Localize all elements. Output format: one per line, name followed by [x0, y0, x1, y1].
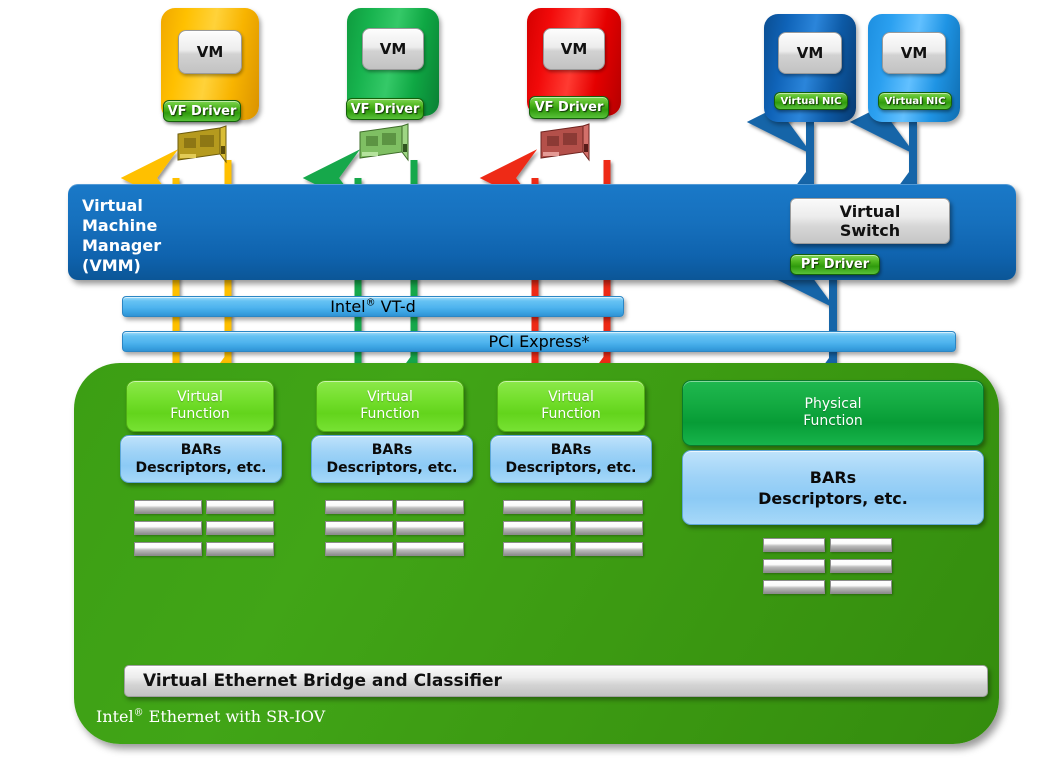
bus-label-pci-express: PCI Express*	[488, 332, 590, 351]
queue-bar	[830, 538, 892, 552]
queue-bar	[575, 521, 643, 535]
virtual-ethernet-bridge-classifier[interactable]: Virtual Ethernet Bridge and Classifier	[124, 665, 988, 697]
bars-line1: BARs	[180, 442, 222, 458]
queue-bar	[206, 500, 274, 514]
virtual-nic-badge-1[interactable]: Virtual NIC	[774, 92, 848, 110]
virtual-function-3[interactable]: Virtual Function	[497, 380, 645, 432]
vmm-title-line4: (VMM)	[82, 256, 141, 275]
queue-stack-pf-b	[830, 538, 892, 594]
bars-line2: Descriptors, etc.	[135, 460, 267, 476]
virtual-function-2[interactable]: Virtual Function	[316, 380, 464, 432]
queue-bar	[396, 542, 464, 556]
queue-bar	[134, 521, 202, 535]
queue-bar	[134, 542, 202, 556]
vmm-title-line2: Machine	[82, 216, 158, 235]
queue-stack-3b	[575, 500, 643, 556]
queue-bar	[575, 542, 643, 556]
vmm-title-line1: Virtual	[82, 196, 143, 215]
vm-label-chip: VM	[362, 28, 424, 70]
queue-bar	[325, 500, 393, 514]
queue-stack-2b	[396, 500, 464, 556]
sriov-footer-label: Intel® Ethernet with SR-IOV	[96, 707, 326, 726]
vf-line2: Function	[170, 406, 230, 422]
queue-bar	[503, 542, 571, 556]
queue-stack-3a	[503, 500, 571, 556]
vf-line1: Virtual	[177, 389, 223, 405]
vm-label-chip: VM	[543, 28, 605, 70]
pf-line2: Function	[803, 413, 863, 429]
bars-line1: BARs	[371, 442, 413, 458]
queue-bar	[503, 521, 571, 535]
queue-bar	[763, 559, 825, 573]
queue-stack-1b	[206, 500, 274, 556]
bus-intel-vt-d[interactable]: Intel® VT-d	[122, 296, 624, 317]
vf-line1: Virtual	[367, 389, 413, 405]
queue-bar	[763, 538, 825, 552]
bars-line2: Descriptors, etc.	[326, 460, 458, 476]
vf-line2: Function	[541, 406, 601, 422]
vm-label-chip: VM	[178, 30, 242, 74]
queue-bar	[325, 542, 393, 556]
queue-bar	[575, 500, 643, 514]
vmm-title: Virtual Machine Manager (VMM)	[82, 196, 192, 276]
vf-driver-badge-3[interactable]: VF Driver	[529, 96, 609, 119]
queue-bar	[763, 580, 825, 594]
bars-descriptors-2[interactable]: BARs Descriptors, etc.	[311, 435, 473, 483]
virtual-switch[interactable]: Virtual Switch	[790, 198, 950, 244]
queue-bar	[503, 500, 571, 514]
queue-bar	[134, 500, 202, 514]
bars-descriptors-pf[interactable]: BARs Descriptors, etc.	[682, 450, 984, 525]
queue-bar	[325, 521, 393, 535]
bars-descriptors-3[interactable]: BARs Descriptors, etc.	[490, 435, 652, 483]
bars-line2: Descriptors, etc.	[505, 460, 637, 476]
queue-bar	[206, 542, 274, 556]
bars-line1: BARs	[809, 467, 857, 487]
nic-card-icon-1	[177, 125, 227, 164]
bars-line1: BARs	[550, 442, 592, 458]
queue-stack-pf-a	[763, 538, 825, 594]
bars-line2: Descriptors, etc.	[758, 488, 908, 508]
vm-label-chip: VM	[882, 32, 946, 74]
vmm-title-line3: Manager	[82, 236, 162, 255]
queue-bar	[830, 580, 892, 594]
queue-bar	[206, 521, 274, 535]
virtual-switch-line1: Virtual	[839, 202, 901, 221]
bars-descriptors-1[interactable]: BARs Descriptors, etc.	[120, 435, 282, 483]
nic-card-icon-3	[540, 123, 590, 162]
virtual-switch-line2: Switch	[839, 221, 901, 240]
pf-line1: Physical	[804, 396, 862, 412]
queue-stack-2a	[325, 500, 393, 556]
physical-function[interactable]: Physical Function	[682, 380, 984, 446]
pf-driver-badge[interactable]: PF Driver	[790, 254, 880, 275]
virtual-function-1[interactable]: Virtual Function	[126, 380, 274, 432]
queue-bar	[396, 521, 464, 535]
queue-bar	[830, 559, 892, 573]
vf-driver-badge-1[interactable]: VF Driver	[163, 100, 241, 122]
bus-pci-express[interactable]: PCI Express*	[122, 331, 956, 352]
queue-bar	[396, 500, 464, 514]
bus-label-vt-d: Intel® VT-d	[330, 297, 416, 316]
queue-stack-1a	[134, 500, 202, 556]
vf-line1: Virtual	[548, 389, 594, 405]
nic-card-icon-2	[359, 123, 409, 162]
vf-driver-badge-2[interactable]: VF Driver	[346, 98, 424, 120]
vf-line2: Function	[360, 406, 420, 422]
vm-label-chip: VM	[778, 32, 842, 74]
virtual-nic-badge-2[interactable]: Virtual NIC	[878, 92, 952, 110]
sriov-architecture-diagram: VM VF Driver VM VF Driver VM VF Driver V…	[0, 0, 1064, 765]
